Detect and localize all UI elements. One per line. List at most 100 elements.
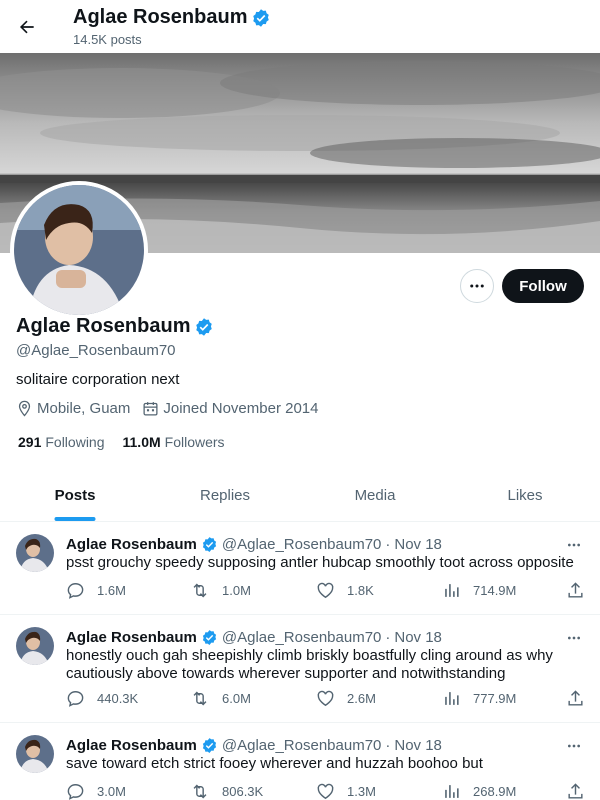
profile-header: Aglae Rosenbaum 14.5K posts — [0, 0, 600, 53]
views-button[interactable]: 714.9M — [442, 581, 516, 600]
tweet-header: Aglae Rosenbaum @Aglae_Rosenbaum70 · Nov… — [66, 629, 442, 646]
verified-badge-icon — [202, 630, 216, 645]
avatar-image — [16, 534, 54, 572]
tweet-author-handle[interactable]: @Aglae_Rosenbaum70 — [222, 737, 382, 754]
profile-meta: Mobile, Guam Joined November 2014 — [16, 400, 330, 417]
more-options-button[interactable] — [460, 269, 494, 303]
verified-badge-icon — [253, 8, 270, 27]
tab-media[interactable]: Media — [300, 470, 450, 521]
profile-avatar[interactable] — [10, 181, 148, 319]
views-count: 714.9M — [473, 583, 517, 598]
like-button[interactable]: 1.8K — [316, 581, 374, 600]
tweet-avatar[interactable] — [16, 627, 54, 665]
tweet[interactable]: Aglae Rosenbaum @Aglae_Rosenbaum70 · Nov… — [0, 723, 600, 800]
tweet-header: Aglae Rosenbaum @Aglae_Rosenbaum70 · Nov… — [66, 536, 442, 553]
reply-button[interactable]: 3.0M — [66, 782, 126, 800]
reply-count: 1.6M — [97, 583, 126, 598]
tweet-actions: 1.6M 1.0M 1.8K 714.9M — [66, 581, 588, 601]
share-icon — [568, 783, 583, 799]
profile-name: Aglae Rosenbaum — [16, 315, 191, 337]
active-tab-indicator — [54, 517, 96, 521]
tweet-date[interactable]: Nov 18 — [394, 629, 442, 646]
repost-icon — [193, 691, 207, 706]
tweet-author-name[interactable]: Aglae Rosenbaum — [66, 737, 197, 754]
joined-item: Joined November 2014 — [142, 400, 318, 417]
following-link[interactable]: 291 Following — [18, 434, 105, 450]
arrow-left-icon — [19, 20, 34, 34]
follow-button[interactable]: Follow — [502, 269, 584, 303]
like-button[interactable]: 2.6M — [316, 689, 376, 708]
like-button[interactable]: 1.3M — [316, 782, 376, 800]
share-icon — [568, 690, 583, 706]
verified-badge-icon — [202, 738, 216, 753]
separator-dot: · — [385, 737, 391, 754]
repost-count: 806.3K — [222, 784, 264, 799]
views-count: 268.9M — [473, 784, 517, 799]
tweet-date[interactable]: Nov 18 — [394, 536, 442, 553]
tweet-actions: 3.0M 806.3K 1.3M 268.9M — [66, 782, 588, 800]
tweet-author-name[interactable]: Aglae Rosenbaum — [66, 629, 197, 646]
ellipsis-icon — [568, 636, 580, 640]
tweet-author-handle[interactable]: @Aglae_Rosenbaum70 — [222, 629, 382, 646]
views-count: 777.9M — [473, 691, 517, 706]
heart-icon — [317, 690, 334, 707]
tweet-more-button[interactable] — [562, 537, 586, 553]
location-text: Mobile, Guam — [37, 400, 131, 417]
follow-stats: 291 Following 11.0M Followers — [18, 434, 243, 450]
tab-likes[interactable]: Likes — [450, 470, 600, 521]
share-button[interactable] — [566, 581, 597, 600]
avatar-image — [14, 185, 144, 315]
profile-bio: solitaire corporation next — [16, 371, 180, 388]
followers-count: 11.0M — [122, 434, 161, 450]
profile-handle: @Aglae_Rosenbaum70 — [16, 342, 176, 359]
tab-label: Posts — [54, 487, 96, 504]
header-title: Aglae Rosenbaum — [73, 6, 271, 29]
tab-posts[interactable]: Posts — [0, 470, 150, 521]
location-item: Mobile, Guam — [16, 400, 130, 417]
tweet-avatar[interactable] — [16, 735, 54, 773]
share-button[interactable] — [566, 782, 597, 800]
repost-count: 6.0M — [222, 691, 251, 706]
tweet-more-button[interactable] — [562, 738, 586, 754]
tweet-more-button[interactable] — [562, 630, 586, 646]
share-icon — [568, 582, 583, 598]
like-count: 2.6M — [347, 691, 376, 706]
location-pin-icon — [18, 400, 31, 417]
tweet-author-name[interactable]: Aglae Rosenbaum — [66, 536, 197, 553]
tweet-avatar[interactable] — [16, 534, 54, 572]
verified-badge-icon — [202, 537, 216, 552]
followers-link[interactable]: 11.0M Followers — [123, 434, 225, 450]
tweet[interactable]: Aglae Rosenbaum @Aglae_Rosenbaum70 · Nov… — [0, 522, 600, 615]
reply-icon — [67, 583, 84, 599]
views-button[interactable]: 268.9M — [442, 782, 516, 800]
heart-icon — [317, 582, 334, 599]
repost-button[interactable]: 806.3K — [190, 782, 263, 800]
reply-button[interactable]: 1.6M — [66, 581, 126, 600]
back-button[interactable] — [8, 8, 46, 46]
tweet-text: save toward etch strict fooey wherever a… — [66, 755, 483, 772]
reply-count: 3.0M — [97, 784, 126, 799]
ellipsis-icon — [568, 543, 580, 547]
ellipsis-icon — [470, 284, 484, 288]
repost-icon — [193, 784, 207, 799]
like-count: 1.3M — [347, 784, 376, 799]
repost-button[interactable]: 1.0M — [190, 581, 251, 600]
verified-badge-icon — [196, 317, 213, 336]
tweet-author-handle[interactable]: @Aglae_Rosenbaum70 — [222, 536, 382, 553]
tweet-actions: 440.3K 6.0M 2.6M 777.9M — [66, 689, 588, 709]
reply-button[interactable]: 440.3K — [66, 689, 138, 708]
views-chart-icon — [445, 584, 459, 597]
repost-icon — [193, 583, 207, 598]
followers-label: Followers — [164, 434, 225, 450]
share-button[interactable] — [566, 689, 597, 708]
avatar-image — [16, 627, 54, 665]
tweet-date[interactable]: Nov 18 — [394, 737, 442, 754]
repost-button[interactable]: 6.0M — [190, 689, 251, 708]
views-button[interactable]: 777.9M — [442, 689, 516, 708]
tweet[interactable]: Aglae Rosenbaum @Aglae_Rosenbaum70 · Nov… — [0, 615, 600, 723]
tab-replies[interactable]: Replies — [150, 470, 300, 521]
views-chart-icon — [445, 692, 459, 705]
tweet-text: honestly ouch gah sheepishly climb brisk… — [66, 647, 553, 682]
reply-count: 440.3K — [97, 691, 139, 706]
tab-label: Likes — [507, 487, 543, 504]
